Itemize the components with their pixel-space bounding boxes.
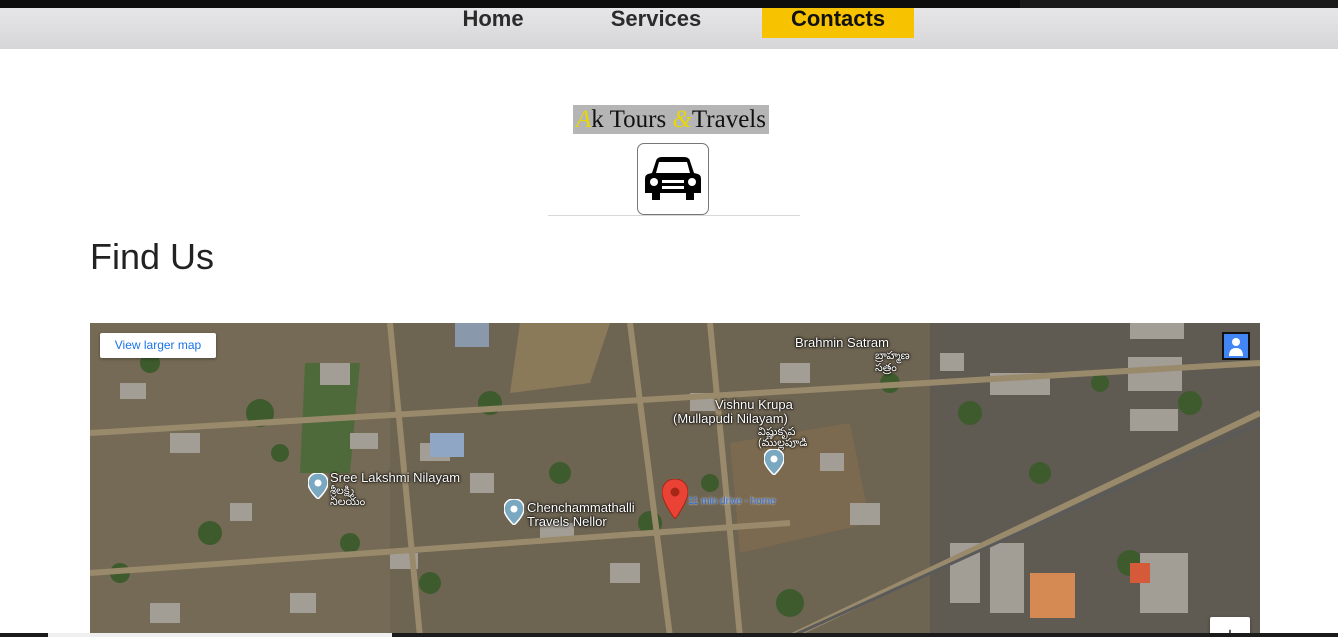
navbar: Home Services Contacts <box>0 8 1338 49</box>
place-pin-vishnu-krupa-icon[interactable] <box>764 449 784 475</box>
page-title: Find Us <box>90 236 215 277</box>
nav-home[interactable]: Home <box>446 8 540 38</box>
label-brahmin-satram[interactable]: Brahmin Satram <box>795 336 889 349</box>
brand-logo: Ak Tours &Travels <box>573 105 769 134</box>
place-pin-chenchammathalli-icon[interactable] <box>504 499 524 525</box>
label-travels-nellor: Travels Nellor <box>527 514 607 529</box>
brand-initial: A <box>576 106 592 133</box>
label-sree-lakshmi-nilayam[interactable]: Sree Lakshmi Nilayam <box>330 471 460 484</box>
label-sree-lakshmi-te2: నిలయం <box>330 496 366 508</box>
header-divider <box>548 215 800 216</box>
bottom-strip <box>0 633 1338 637</box>
brand-text-1: k Tours <box>591 106 673 133</box>
car-logo-box <box>637 143 709 215</box>
label-vishnu-krupa-te2: (ముల్లపూడి <box>758 437 808 449</box>
label-mullapudi-nilayam: (Mullapudi Nilayam) <box>673 411 788 426</box>
place-pin-sree-lakshmi-icon[interactable] <box>308 473 328 499</box>
label-vishnu-krupa[interactable]: Vishnu Krupa <box>715 398 793 411</box>
street-view-pegman[interactable] <box>1222 332 1250 360</box>
brand-text-2: Travels <box>691 106 766 133</box>
label-chenchammathalli[interactable]: Chenchammathalli <box>527 501 635 514</box>
car-icon <box>645 157 701 200</box>
brand-ampersand: & <box>672 106 692 133</box>
embedded-map[interactable]: View larger map Brahmin Satram బ్రాహ్మణ … <box>90 323 1260 637</box>
nav-contacts[interactable]: Contacts <box>762 8 914 38</box>
label-brahmin-satram-te2: సత్రం <box>875 362 897 374</box>
view-larger-map-button[interactable]: View larger map <box>100 333 216 358</box>
nav-services[interactable]: Services <box>590 8 722 38</box>
pegman-icon <box>1224 334 1248 358</box>
label-drive-time: 11 min drive - home <box>688 496 776 507</box>
top-strip-segment <box>1020 0 1338 8</box>
location-marker-icon[interactable] <box>662 479 688 519</box>
bottom-strip-segment <box>48 633 392 637</box>
label-brahmin-satram-te1: బ్రాహ్మణ <box>875 350 910 362</box>
